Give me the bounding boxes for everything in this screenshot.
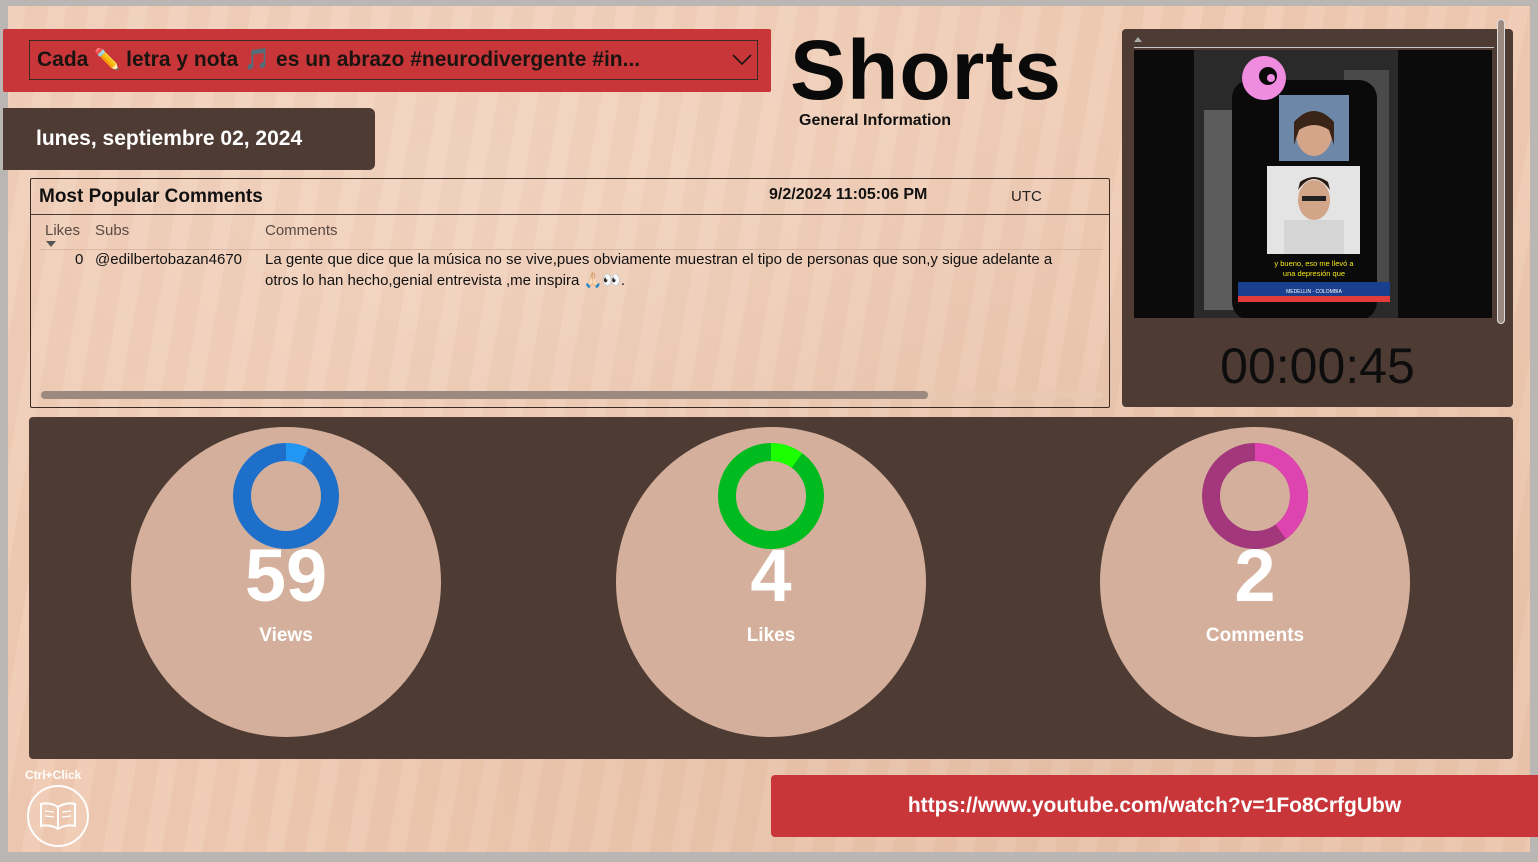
vertical-scrollbar-thumb[interactable] <box>1497 19 1505 324</box>
page-title: Shorts <box>790 23 1063 117</box>
column-header-comments[interactable]: Comments <box>265 222 338 239</box>
comments-label: Comments <box>1205 625 1305 646</box>
views-value: 59 <box>244 534 328 617</box>
kpi-views: 59 Views <box>131 427 441 737</box>
video-caption-line-1: y bueno, eso me llevó a <box>1274 259 1354 268</box>
comments-timestamp: 9/2/2024 11:05:06 PM <box>769 186 928 203</box>
video-url-text: https://www.youtube.com/watch?v=1Fo8Crfg… <box>907 794 1402 817</box>
video-elapsed-time: 00:00:45 <box>1220 338 1415 394</box>
video-preview-card: y bueno, eso me llevó a una depresión qu… <box>1122 19 1513 407</box>
cell-comment-line-2: otros lo han hecho,genial entrevista ,me… <box>265 272 626 289</box>
sort-descending-icon[interactable] <box>46 241 56 247</box>
column-header-likes[interactable]: Likes <box>45 222 80 239</box>
likes-value: 4 <box>750 534 792 617</box>
chevron-down-icon[interactable] <box>727 45 757 75</box>
ctrl-click-hint: Ctrl+Click <box>25 768 82 782</box>
comments-timezone: UTC <box>1011 188 1042 205</box>
page-subtitle: General Information <box>799 112 952 129</box>
comments-value: 2 <box>1234 534 1276 617</box>
video-divider <box>1134 47 1494 48</box>
cell-likes: 0 <box>75 251 84 268</box>
current-date: lunes, septiembre 02, 2024 <box>36 127 303 150</box>
video-ticker: MEDELLIN - COLOMBIA <box>1286 289 1343 295</box>
video-caption-line-2: una depresión que <box>1283 269 1345 278</box>
video-thumbnail-art: y bueno, eso me llevó a una depresión qu… <box>1134 50 1492 318</box>
kpi-comments: 2 Comments <box>1100 427 1410 737</box>
views-label: Views <box>259 625 313 646</box>
video-title-dropdown[interactable]: Cada ✏️ letra y nota 🎵 es un abrazo #neu… <box>29 40 758 80</box>
likes-label: Likes <box>746 625 796 646</box>
column-header-subs[interactable]: Subs <box>95 222 129 239</box>
scroll-up-icon[interactable] <box>1134 37 1142 42</box>
date-card: lunes, septiembre 02, 2024 <box>3 108 375 170</box>
comments-table-header: Most Popular Comments 9/2/2024 11:05:06 … <box>31 179 1109 215</box>
kpi-likes: 4 Likes <box>616 427 926 737</box>
open-book-button[interactable] <box>27 785 89 847</box>
video-title-selected: Cada ✏️ letra y nota 🎵 es un abrazo #neu… <box>37 48 641 71</box>
video-url-link[interactable]: https://www.youtube.com/watch?v=1Fo8Crfg… <box>771 775 1538 837</box>
cell-subs: @edilbertobazan4670 <box>95 251 243 268</box>
cell-comment-line-1: La gente que dice que la música no se vi… <box>265 251 1053 268</box>
video-title-slicer-card: Cada ✏️ letra y nota 🎵 es un abrazo #neu… <box>3 29 771 92</box>
comments-table: Most Popular Comments 9/2/2024 11:05:06 … <box>30 178 1110 408</box>
book-icon <box>40 802 76 831</box>
comments-table-title: Most Popular Comments <box>39 186 263 207</box>
video-thumbnail[interactable]: y bueno, eso me llevó a una depresión qu… <box>1134 50 1492 318</box>
horizontal-scrollbar-thumb[interactable] <box>41 391 928 399</box>
kpi-panel: 59 Views 4 Likes 2 Comments <box>29 417 1513 759</box>
